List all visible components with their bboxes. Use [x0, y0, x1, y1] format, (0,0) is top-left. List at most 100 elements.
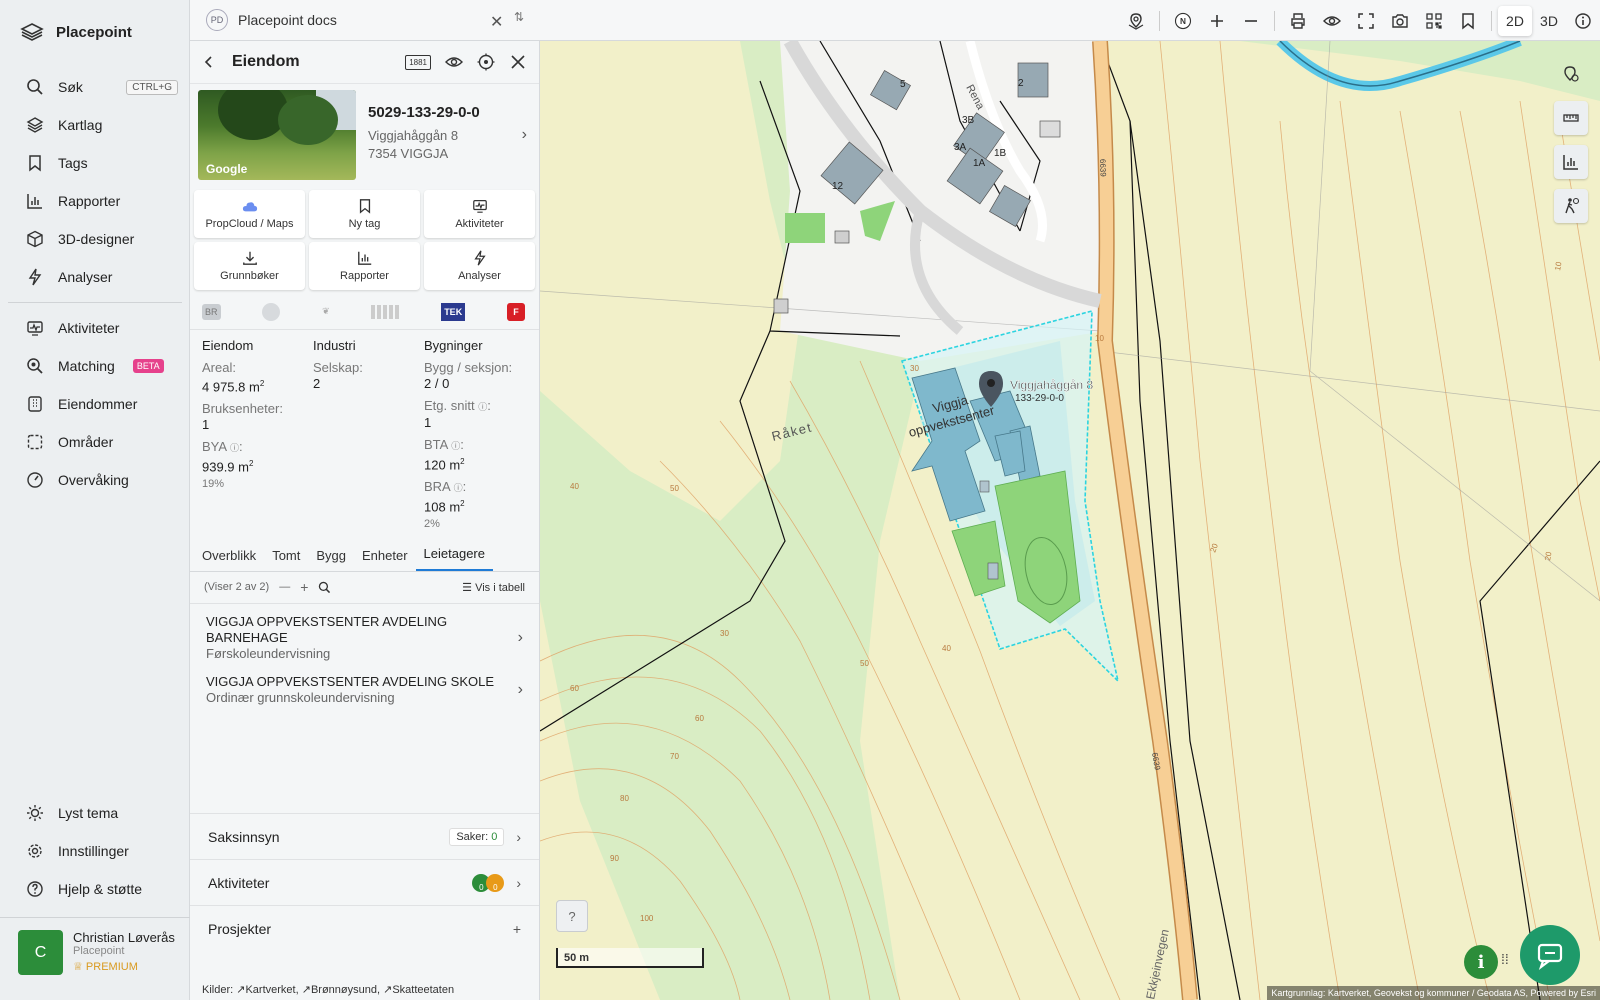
- tek-logo[interactable]: TEK: [441, 302, 466, 321]
- property-summary[interactable]: Google 5029-133-29-0-0 Viggjahåggån 8 735…: [190, 84, 539, 186]
- section-aktiviteter[interactable]: Aktiviteter 0 0 ›: [190, 859, 539, 905]
- contour-label: 100: [640, 914, 654, 923]
- back-icon[interactable]: [202, 55, 216, 69]
- info-fab[interactable]: i: [1464, 945, 1498, 979]
- info-icon[interactable]: ⓘ: [454, 483, 463, 493]
- sidebar-item-search[interactable]: Søk CTRL+G: [8, 68, 182, 106]
- list-item[interactable]: VIGGJA OPPVEKSTSENTER AVDELING SKOLE Ordi…: [190, 662, 539, 706]
- tab-leietagere[interactable]: Leietagere: [415, 546, 493, 571]
- section-prosjekter[interactable]: Prosjekter +: [190, 905, 539, 951]
- contour-label: 50: [860, 659, 869, 668]
- map-canvas[interactable]: Viggjahåggån 8 133-29-0-0 Viggja oppveks…: [540, 41, 1600, 1000]
- action-label: Grunnbøker: [220, 270, 279, 282]
- sidebar-item-overvaking[interactable]: Overvåking: [8, 461, 182, 499]
- sidebar-item-label: Overvåking: [58, 472, 129, 488]
- brand-name: Placepoint: [56, 23, 132, 41]
- reports-button[interactable]: Rapporter: [309, 242, 420, 290]
- view-3d-button[interactable]: 3D: [1532, 6, 1566, 36]
- source-link[interactable]: ↗Brønnøysund,: [302, 984, 380, 996]
- brand[interactable]: Placepoint: [20, 22, 132, 42]
- search-icon[interactable]: [318, 581, 331, 594]
- stats-button[interactable]: [1554, 145, 1588, 179]
- source-link[interactable]: ↗Kartverket,: [236, 984, 298, 996]
- compass-button[interactable]: N: [1166, 4, 1200, 38]
- view-table-button[interactable]: ☰ Vis i tabell: [462, 581, 525, 594]
- map-help-button[interactable]: ?: [556, 900, 588, 932]
- info-button[interactable]: [1566, 4, 1600, 38]
- view-button[interactable]: [1315, 4, 1349, 38]
- sidebar-item-settings[interactable]: Innstillinger: [8, 832, 182, 870]
- expand-icon[interactable]: +: [300, 579, 308, 595]
- close-icon[interactable]: [509, 53, 527, 71]
- user-profile[interactable]: C Christian Løverås Placepoint ♕ PREMIUM: [0, 917, 190, 1000]
- person-button[interactable]: [1554, 189, 1588, 223]
- tab-enheter[interactable]: Enheter: [354, 548, 416, 571]
- sidebar-item-help[interactable]: Hjelp & støtte: [8, 870, 182, 908]
- info-icon[interactable]: ⓘ: [230, 443, 239, 453]
- info-icon[interactable]: ⓘ: [478, 402, 487, 412]
- circle-logo-icon[interactable]: [262, 302, 281, 321]
- qr-button[interactable]: [1417, 4, 1451, 38]
- fact-label: Selskap:: [313, 360, 363, 375]
- sidebar-item-analyser[interactable]: Analyser: [8, 258, 182, 296]
- zoom-in-button[interactable]: [1200, 4, 1234, 38]
- info-icon: [1575, 12, 1591, 29]
- marker-label: Viggjahåggån 8: [1010, 378, 1094, 392]
- bars-logo-icon[interactable]: [371, 304, 400, 319]
- br-logo[interactable]: BR: [202, 303, 221, 320]
- sidebar-item-tags[interactable]: Tags: [8, 144, 182, 182]
- fact-value: 2 / 0: [424, 376, 450, 391]
- locate-layer-button[interactable]: [1554, 57, 1588, 91]
- close-doc-icon[interactable]: ✕: [490, 12, 503, 32]
- bookmark-button[interactable]: [1451, 4, 1485, 38]
- tab-bygg[interactable]: Bygg: [308, 548, 354, 571]
- tab-tomt[interactable]: Tomt: [264, 548, 308, 571]
- source-link[interactable]: ↗Skatteetaten: [383, 984, 454, 996]
- add-project-button[interactable]: +: [513, 921, 521, 937]
- screenshot-button[interactable]: [1383, 4, 1417, 38]
- sidebar-item-theme[interactable]: Lyst tema: [8, 794, 182, 832]
- fact-share: 2%: [424, 517, 440, 530]
- grunnboker-button[interactable]: Grunnbøker: [194, 242, 305, 290]
- sidebar-item-aktiviteter[interactable]: Aktiviteter: [8, 309, 182, 347]
- new-tag-button[interactable]: Ny tag: [309, 190, 420, 238]
- sidebar-item-rapporter[interactable]: Rapporter: [8, 182, 182, 220]
- bookmark-icon: [359, 199, 370, 214]
- sidebar-item-omrader[interactable]: Områder: [8, 423, 182, 461]
- propcloud-button[interactable]: PropCloud / Maps: [194, 190, 305, 238]
- fact-label: BRA ⓘ:: [424, 479, 467, 495]
- doc-tab[interactable]: PD Placepoint docs: [206, 9, 337, 31]
- info-icon[interactable]: ⓘ: [451, 441, 460, 451]
- bar-chart-icon: [357, 251, 371, 265]
- panel-title: Eiendom: [232, 53, 300, 70]
- tab-overblikk[interactable]: Overblikk: [194, 548, 264, 571]
- view-2d-button[interactable]: 2D: [1498, 5, 1532, 36]
- section-saksinnsyn[interactable]: Saksinnsyn Saker: 0 ›: [190, 813, 539, 859]
- eye-icon[interactable]: [445, 53, 463, 71]
- activities-button[interactable]: Aktiviteter: [424, 190, 535, 238]
- chat-button[interactable]: [1520, 925, 1580, 985]
- measure-button[interactable]: [1554, 101, 1588, 135]
- list-item[interactable]: VIGGJA OPPVEKSTSENTER AVDELING BARNEHAGE…: [190, 604, 539, 662]
- street-view-photo[interactable]: Google: [198, 90, 356, 180]
- sidebar-item-3d-designer[interactable]: 3D-designer: [8, 220, 182, 258]
- analyses-button[interactable]: Analyser: [424, 242, 535, 290]
- sidebar-item-kartlag[interactable]: Kartlag: [8, 106, 182, 144]
- collapse-icon[interactable]: —: [279, 581, 290, 593]
- monitor-icon: [472, 200, 487, 213]
- divider: [1159, 10, 1160, 31]
- map-attribution: Kartgrunnlag: Kartverket, Geovekst og ko…: [1267, 986, 1600, 1000]
- leaf-logo-icon[interactable]: ❦: [322, 306, 330, 317]
- fire-logo[interactable]: F: [506, 302, 525, 321]
- zoom-out-button[interactable]: [1234, 4, 1268, 38]
- sidebar-item-matching[interactable]: Matching BETA: [8, 347, 182, 385]
- sidebar-item-eiendommer[interactable]: Eiendommer: [8, 385, 182, 423]
- switch-doc-icon[interactable]: ⇅: [514, 10, 524, 24]
- 1881-button[interactable]: 1881: [405, 54, 431, 70]
- print-button[interactable]: [1281, 4, 1315, 38]
- locate-icon[interactable]: [477, 53, 495, 71]
- drag-handle-icon[interactable]: ⁞⁞: [1501, 951, 1509, 967]
- place-pin-button[interactable]: [1119, 4, 1153, 38]
- road-number: 6639: [1098, 159, 1108, 178]
- fullscreen-button[interactable]: [1349, 4, 1383, 38]
